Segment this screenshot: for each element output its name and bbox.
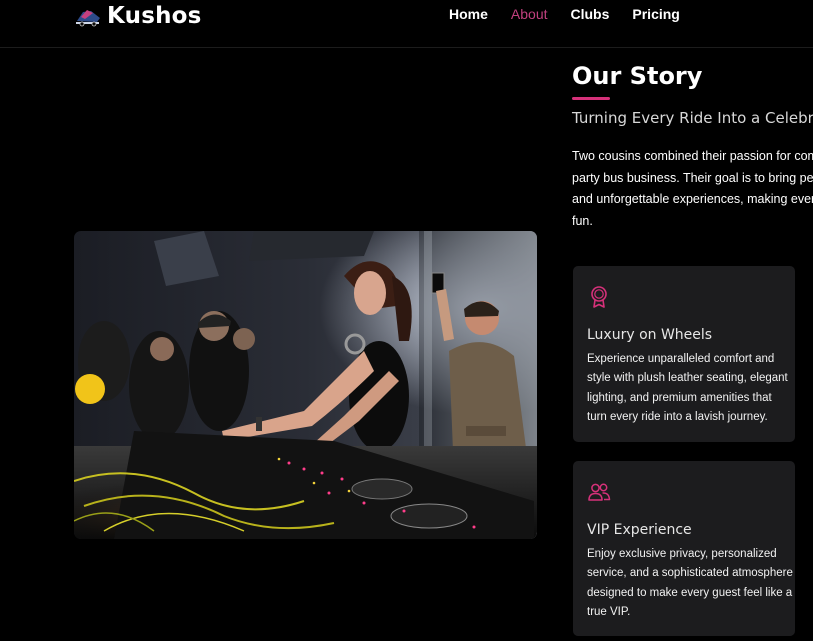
feature-description: Enjoy exclusive privacy, personalized se…: [587, 545, 793, 622]
nav-about[interactable]: About: [511, 6, 548, 22]
feature-card-luxury: Luxury on Wheels Experience unparalleled…: [573, 266, 795, 442]
about-page: Kushos Home About Clubs Pricing Our Stor…: [0, 0, 813, 641]
story-line: Two cousins combined their passion for c…: [572, 149, 813, 163]
users-icon: [588, 483, 611, 501]
feature-line: Experience unparalleled comfort and: [587, 353, 775, 365]
story-line: and unforgettable experiences, making ev…: [572, 192, 813, 206]
nav-clubs[interactable]: Clubs: [571, 6, 610, 22]
dj-photo: [74, 231, 537, 539]
story-title: Our Story: [572, 62, 703, 90]
feature-line: turn every ride into a lavish journey.: [587, 410, 768, 423]
feature-line: Enjoy exclusive privacy, personalized: [587, 548, 777, 560]
story-subtitle: Turning Every Ride Into a Celebration: [572, 109, 813, 127]
site-header: Kushos Home About Clubs Pricing: [0, 0, 813, 48]
main-nav: Home About Clubs Pricing: [449, 6, 703, 22]
nav-pricing[interactable]: Pricing: [632, 6, 679, 22]
brand-link[interactable]: Kushos: [73, 2, 202, 30]
feature-line: style with plush leather seating, elegan…: [587, 372, 788, 385]
story-body: Two cousins combined their passion for c…: [572, 146, 813, 232]
brand-name: Kushos: [107, 3, 202, 29]
feature-title: VIP Experience: [587, 522, 692, 538]
award-ribbon-icon: [591, 286, 607, 308]
story-line: fun.: [572, 213, 593, 228]
feature-title: Luxury on Wheels: [587, 327, 713, 343]
feature-line: true VIP.: [587, 605, 631, 618]
nav-home[interactable]: Home: [449, 6, 488, 22]
feature-description: Experience unparalleled comfort and styl…: [587, 350, 788, 427]
feature-card-vip: VIP Experience Enjoy exclusive privacy, …: [573, 461, 795, 636]
title-underline: [572, 97, 610, 100]
feature-line: designed to make every guest feel like a: [587, 586, 793, 599]
feature-line: lighting, and premium amenities that: [587, 391, 772, 404]
story-line: party bus business. Their goal is to bri…: [572, 170, 813, 185]
party-bus-logo-icon: [76, 10, 100, 27]
feature-line: service, and a sophisticated atmosphere: [587, 567, 793, 580]
